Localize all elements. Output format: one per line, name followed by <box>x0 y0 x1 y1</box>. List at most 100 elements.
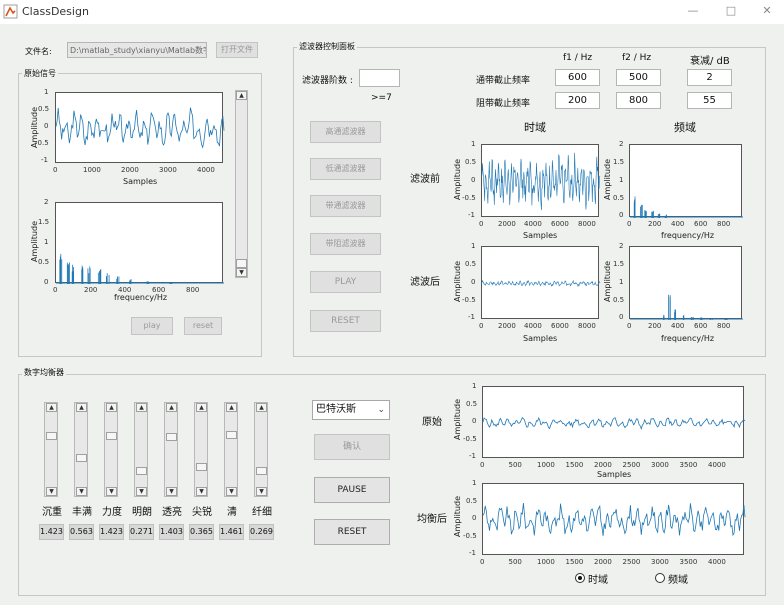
radio-time-domain[interactable] <box>575 573 585 583</box>
pause-button[interactable]: PAUSE <box>314 477 390 503</box>
slider-down-icon[interactable]: ▼ <box>196 487 207 496</box>
slider-thumb[interactable] <box>226 430 237 439</box>
eq-band-label: 力度 <box>102 507 122 518</box>
stopband-atten-input[interactable]: 55 <box>687 92 732 109</box>
eq-slider[interactable]: ▲ ▼ <box>224 402 238 497</box>
before-freq-spectrum <box>630 196 743 218</box>
close-icon[interactable]: ✕ <box>760 4 774 18</box>
slider-up-icon[interactable]: ▲ <box>76 403 87 412</box>
xtick: 3000 <box>651 558 669 566</box>
xtick: 200 <box>648 220 662 228</box>
filter-reset-button[interactable]: RESET <box>310 310 381 332</box>
ytick: 0 <box>472 514 477 522</box>
slider-thumb[interactable] <box>166 433 177 442</box>
lowpass-button[interactable]: 低通滤波器 <box>310 158 381 180</box>
eq-band-value: 1.4231 <box>39 524 64 540</box>
eq-slider[interactable]: ▲ ▼ <box>194 402 208 497</box>
slider-down-icon[interactable]: ▼ <box>46 487 57 496</box>
filter-panel-title: 滤波器控制面板 <box>297 41 357 52</box>
slider-up-icon[interactable]: ▲ <box>196 403 207 412</box>
passband-atten-input[interactable]: 2 <box>687 69 732 86</box>
filter-order-input[interactable] <box>359 69 400 87</box>
scroll-up-icon[interactable]: ▲ <box>236 91 247 100</box>
maximize-icon[interactable]: □ <box>724 4 738 18</box>
slider-up-icon[interactable]: ▲ <box>46 403 57 412</box>
slider-thumb[interactable] <box>136 466 147 475</box>
bandstop-button[interactable]: 带阻滤波器 <box>310 233 381 255</box>
ytick: 0 <box>471 278 476 286</box>
eq-slider[interactable]: ▲ ▼ <box>254 402 268 497</box>
radio-freq-domain[interactable] <box>655 573 665 583</box>
passband-f2-input[interactable]: 500 <box>616 69 661 86</box>
scroll-down-icon[interactable]: ▼ <box>236 268 247 277</box>
ytick: 1.5 <box>38 218 50 226</box>
passband-label: 通带截止频率 <box>476 76 531 86</box>
filter-type-value: 巴特沃斯 <box>316 404 356 415</box>
slider-down-icon[interactable]: ▼ <box>226 487 237 496</box>
eq-slider[interactable]: ▲ ▼ <box>104 402 118 497</box>
original-freq-xlabel: frequency/Hz <box>114 293 168 302</box>
eq-original-plot <box>482 386 746 458</box>
eq-band-label: 明朗 <box>132 507 152 518</box>
xtick: 1500 <box>565 461 584 469</box>
eq-reset-button[interactable]: RESET <box>314 519 390 545</box>
xtick: 800 <box>186 286 200 294</box>
xtick: 2500 <box>622 558 641 566</box>
slider-thumb[interactable] <box>196 462 207 471</box>
slider-down-icon[interactable]: ▼ <box>166 487 177 496</box>
open-file-button[interactable]: 打开文件 <box>216 42 258 58</box>
confirm-button[interactable]: 确认 <box>314 434 390 460</box>
time-domain-header: 时域 <box>524 121 546 134</box>
eq-band-label: 清 <box>227 507 237 518</box>
slider-thumb[interactable] <box>46 432 57 441</box>
eq-slider[interactable]: ▲ ▼ <box>74 402 88 497</box>
slider-up-icon[interactable]: ▲ <box>136 403 147 412</box>
eq-slider[interactable]: ▲ ▼ <box>44 402 58 497</box>
eq-band-label: 纤细 <box>252 507 272 518</box>
reset-button[interactable]: reset <box>184 317 222 335</box>
eq-slider[interactable]: ▲ ▼ <box>134 402 148 497</box>
slider-down-icon[interactable]: ▼ <box>106 487 117 496</box>
before-time-signal <box>481 152 601 211</box>
slider-down-icon[interactable]: ▼ <box>136 487 147 496</box>
ytick: -0.5 <box>462 296 476 304</box>
bandpass-button[interactable]: 带通滤波器 <box>310 195 381 217</box>
xtick: 4000 <box>197 166 215 174</box>
file-label: 文件名: <box>25 47 52 56</box>
eq-band-value: 0.3653 <box>189 524 214 540</box>
minimize-icon[interactable]: — <box>686 4 700 18</box>
scrollbar-thumb[interactable] <box>236 259 247 268</box>
passband-f1-input[interactable]: 600 <box>555 69 600 86</box>
after-freq-spectrum <box>630 294 743 320</box>
slider-down-icon[interactable]: ▼ <box>76 487 87 496</box>
xtick: 2000 <box>594 461 612 469</box>
eq-original-signal <box>482 416 746 431</box>
eq-slider[interactable]: ▲ ▼ <box>164 402 178 497</box>
highpass-button[interactable]: 高通滤波器 <box>310 121 381 143</box>
eq-band-value: 1.4038 <box>159 524 184 540</box>
eq-equalized-plot <box>482 483 746 555</box>
file-path-field[interactable]: D:\matlab_study\xianyu\Matlab数字\ <box>67 42 207 58</box>
eq-band-label: 尖锐 <box>192 507 212 518</box>
slider-thumb[interactable] <box>76 453 87 462</box>
filter-type-select[interactable]: 巴特沃斯 ⌄ <box>312 400 390 420</box>
slider-up-icon[interactable]: ▲ <box>256 403 267 412</box>
stopband-f2-input[interactable]: 800 <box>616 92 661 109</box>
slider-down-icon[interactable]: ▼ <box>256 487 267 496</box>
xtick: 8000 <box>578 322 596 330</box>
original-signal-scrollbar[interactable]: ▲ ▼ <box>235 90 248 278</box>
ytick: 0 <box>44 278 49 286</box>
slider-up-icon[interactable]: ▲ <box>106 403 117 412</box>
stopband-f1-input[interactable]: 200 <box>555 92 600 109</box>
xtick: 800 <box>717 220 731 228</box>
slider-up-icon[interactable]: ▲ <box>226 403 237 412</box>
slider-up-icon[interactable]: ▲ <box>166 403 177 412</box>
xtick: 1500 <box>565 558 584 566</box>
xtick: 2500 <box>622 461 641 469</box>
chevron-down-icon: ⌄ <box>377 405 385 415</box>
slider-thumb[interactable] <box>256 466 267 475</box>
play-button[interactable]: play <box>131 317 173 335</box>
xtick: 0 <box>479 322 484 330</box>
slider-thumb[interactable] <box>106 432 117 441</box>
filter-play-button[interactable]: PLAY <box>310 271 381 293</box>
